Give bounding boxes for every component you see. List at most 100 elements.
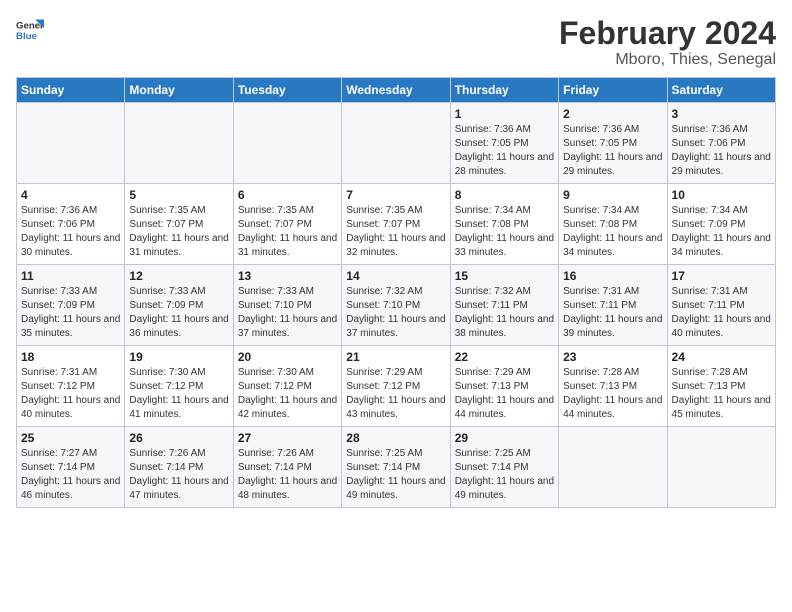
calendar-cell: 16 Sunrise: 7:31 AM Sunset: 7:11 PM Dayli… (559, 265, 667, 346)
calendar-cell (342, 103, 450, 184)
week-row-5: 25 Sunrise: 7:27 AM Sunset: 7:14 PM Dayli… (17, 427, 776, 508)
day-info: Sunrise: 7:36 AM Sunset: 7:05 PM Dayligh… (455, 123, 554, 179)
day-info: Sunrise: 7:32 AM Sunset: 7:10 PM Dayligh… (346, 285, 445, 341)
calendar-cell: 23 Sunrise: 7:28 AM Sunset: 7:13 PM Dayli… (559, 346, 667, 427)
logo: General Blue (16, 16, 44, 44)
day-number: 15 (455, 269, 554, 283)
day-info: Sunrise: 7:34 AM Sunset: 7:08 PM Dayligh… (563, 204, 662, 260)
calendar-cell: 6Sunrise: 7:35 AM Sunset: 7:07 PM Daylig… (233, 184, 341, 265)
calendar-cell (559, 427, 667, 508)
day-number: 28 (346, 431, 445, 445)
calendar-cell: 14 Sunrise: 7:32 AM Sunset: 7:10 PM Dayli… (342, 265, 450, 346)
day-info: Sunrise: 7:33 AM Sunset: 7:09 PM Dayligh… (21, 285, 120, 341)
col-header-wednesday: Wednesday (342, 78, 450, 103)
calendar-cell: 29Sunrise: 7:25 AM Sunset: 7:14 PM Dayli… (450, 427, 558, 508)
page-title: February 2024 (559, 16, 776, 51)
calendar-cell: 21 Sunrise: 7:29 AM Sunset: 7:12 PM Dayli… (342, 346, 450, 427)
calendar-cell (233, 103, 341, 184)
calendar-cell: 1 Sunrise: 7:36 AM Sunset: 7:05 PM Daylig… (450, 103, 558, 184)
day-info: Sunrise: 7:32 AM Sunset: 7:11 PM Dayligh… (455, 285, 554, 341)
day-number: 17 (672, 269, 771, 283)
day-number: 26 (129, 431, 228, 445)
title-block: February 2024 Mboro, Thies, Senegal (559, 16, 776, 69)
calendar-cell: 13 Sunrise: 7:33 AM Sunset: 7:10 PM Dayli… (233, 265, 341, 346)
day-number: 10 (672, 188, 771, 202)
calendar-cell: 8Sunrise: 7:34 AM Sunset: 7:08 PM Daylig… (450, 184, 558, 265)
day-number: 9 (563, 188, 662, 202)
day-number: 16 (563, 269, 662, 283)
day-info: Sunrise: 7:35 AM Sunset: 7:07 PM Dayligh… (346, 204, 445, 260)
day-info: Sunrise: 7:30 AM Sunset: 7:12 PM Dayligh… (129, 366, 228, 422)
calendar-cell: 4 Sunrise: 7:36 AM Sunset: 7:06 PM Daylig… (17, 184, 125, 265)
day-number: 4 (21, 188, 120, 202)
day-number: 7 (346, 188, 445, 202)
day-number: 29 (455, 431, 554, 445)
week-row-3: 11Sunrise: 7:33 AM Sunset: 7:09 PM Dayli… (17, 265, 776, 346)
col-header-tuesday: Tuesday (233, 78, 341, 103)
day-number: 22 (455, 350, 554, 364)
day-number: 5 (129, 188, 228, 202)
calendar-cell: 25 Sunrise: 7:27 AM Sunset: 7:14 PM Dayli… (17, 427, 125, 508)
calendar-cell: 24 Sunrise: 7:28 AM Sunset: 7:13 PM Dayli… (667, 346, 775, 427)
calendar-cell: 19Sunrise: 7:30 AM Sunset: 7:12 PM Dayli… (125, 346, 233, 427)
day-info: Sunrise: 7:28 AM Sunset: 7:13 PM Dayligh… (563, 366, 662, 422)
svg-text:Blue: Blue (16, 31, 37, 42)
day-number: 23 (563, 350, 662, 364)
day-number: 25 (21, 431, 120, 445)
day-info: Sunrise: 7:29 AM Sunset: 7:12 PM Dayligh… (346, 366, 445, 422)
calendar-cell: 5 Sunrise: 7:35 AM Sunset: 7:07 PM Daylig… (125, 184, 233, 265)
calendar-header-row: SundayMondayTuesdayWednesdayThursdayFrid… (17, 78, 776, 103)
day-number: 14 (346, 269, 445, 283)
day-number: 20 (238, 350, 337, 364)
page-header: General Blue February 2024 Mboro, Thies,… (16, 16, 776, 69)
day-info: Sunrise: 7:33 AM Sunset: 7:09 PM Dayligh… (129, 285, 228, 341)
calendar-cell: 2Sunrise: 7:36 AM Sunset: 7:05 PM Daylig… (559, 103, 667, 184)
calendar-cell: 7 Sunrise: 7:35 AM Sunset: 7:07 PM Daylig… (342, 184, 450, 265)
day-number: 3 (672, 107, 771, 121)
day-info: Sunrise: 7:31 AM Sunset: 7:12 PM Dayligh… (21, 366, 120, 422)
calendar-table: SundayMondayTuesdayWednesdayThursdayFrid… (16, 77, 776, 508)
day-info: Sunrise: 7:26 AM Sunset: 7:14 PM Dayligh… (238, 447, 337, 503)
day-info: Sunrise: 7:28 AM Sunset: 7:13 PM Dayligh… (672, 366, 771, 422)
calendar-cell: 10Sunrise: 7:34 AM Sunset: 7:09 PM Dayli… (667, 184, 775, 265)
day-info: Sunrise: 7:29 AM Sunset: 7:13 PM Dayligh… (455, 366, 554, 422)
day-info: Sunrise: 7:30 AM Sunset: 7:12 PM Dayligh… (238, 366, 337, 422)
calendar-cell: 27 Sunrise: 7:26 AM Sunset: 7:14 PM Dayli… (233, 427, 341, 508)
day-info: Sunrise: 7:36 AM Sunset: 7:06 PM Dayligh… (21, 204, 120, 260)
col-header-saturday: Saturday (667, 78, 775, 103)
day-number: 18 (21, 350, 120, 364)
calendar-cell (125, 103, 233, 184)
calendar-cell: 12 Sunrise: 7:33 AM Sunset: 7:09 PM Dayli… (125, 265, 233, 346)
day-info: Sunrise: 7:31 AM Sunset: 7:11 PM Dayligh… (672, 285, 771, 341)
calendar-cell: 11Sunrise: 7:33 AM Sunset: 7:09 PM Dayli… (17, 265, 125, 346)
day-number: 6 (238, 188, 337, 202)
week-row-1: 1 Sunrise: 7:36 AM Sunset: 7:05 PM Daylig… (17, 103, 776, 184)
calendar-cell: 20 Sunrise: 7:30 AM Sunset: 7:12 PM Dayli… (233, 346, 341, 427)
day-number: 24 (672, 350, 771, 364)
day-number: 12 (129, 269, 228, 283)
day-number: 21 (346, 350, 445, 364)
col-header-thursday: Thursday (450, 78, 558, 103)
day-info: Sunrise: 7:31 AM Sunset: 7:11 PM Dayligh… (563, 285, 662, 341)
day-number: 13 (238, 269, 337, 283)
day-info: Sunrise: 7:34 AM Sunset: 7:08 PM Dayligh… (455, 204, 554, 260)
logo-icon: General Blue (16, 16, 44, 44)
day-info: Sunrise: 7:26 AM Sunset: 7:14 PM Dayligh… (129, 447, 228, 503)
calendar-cell (17, 103, 125, 184)
day-info: Sunrise: 7:36 AM Sunset: 7:05 PM Dayligh… (563, 123, 662, 179)
day-number: 1 (455, 107, 554, 121)
calendar-cell (667, 427, 775, 508)
day-info: Sunrise: 7:27 AM Sunset: 7:14 PM Dayligh… (21, 447, 120, 503)
week-row-4: 18 Sunrise: 7:31 AM Sunset: 7:12 PM Dayli… (17, 346, 776, 427)
calendar-cell: 28Sunrise: 7:25 AM Sunset: 7:14 PM Dayli… (342, 427, 450, 508)
day-info: Sunrise: 7:36 AM Sunset: 7:06 PM Dayligh… (672, 123, 771, 179)
calendar-cell: 17 Sunrise: 7:31 AM Sunset: 7:11 PM Dayli… (667, 265, 775, 346)
day-info: Sunrise: 7:33 AM Sunset: 7:10 PM Dayligh… (238, 285, 337, 341)
calendar-cell: 15 Sunrise: 7:32 AM Sunset: 7:11 PM Dayli… (450, 265, 558, 346)
col-header-monday: Monday (125, 78, 233, 103)
col-header-friday: Friday (559, 78, 667, 103)
day-number: 27 (238, 431, 337, 445)
day-info: Sunrise: 7:35 AM Sunset: 7:07 PM Dayligh… (129, 204, 228, 260)
calendar-cell: 3 Sunrise: 7:36 AM Sunset: 7:06 PM Daylig… (667, 103, 775, 184)
calendar-cell: 22 Sunrise: 7:29 AM Sunset: 7:13 PM Dayli… (450, 346, 558, 427)
